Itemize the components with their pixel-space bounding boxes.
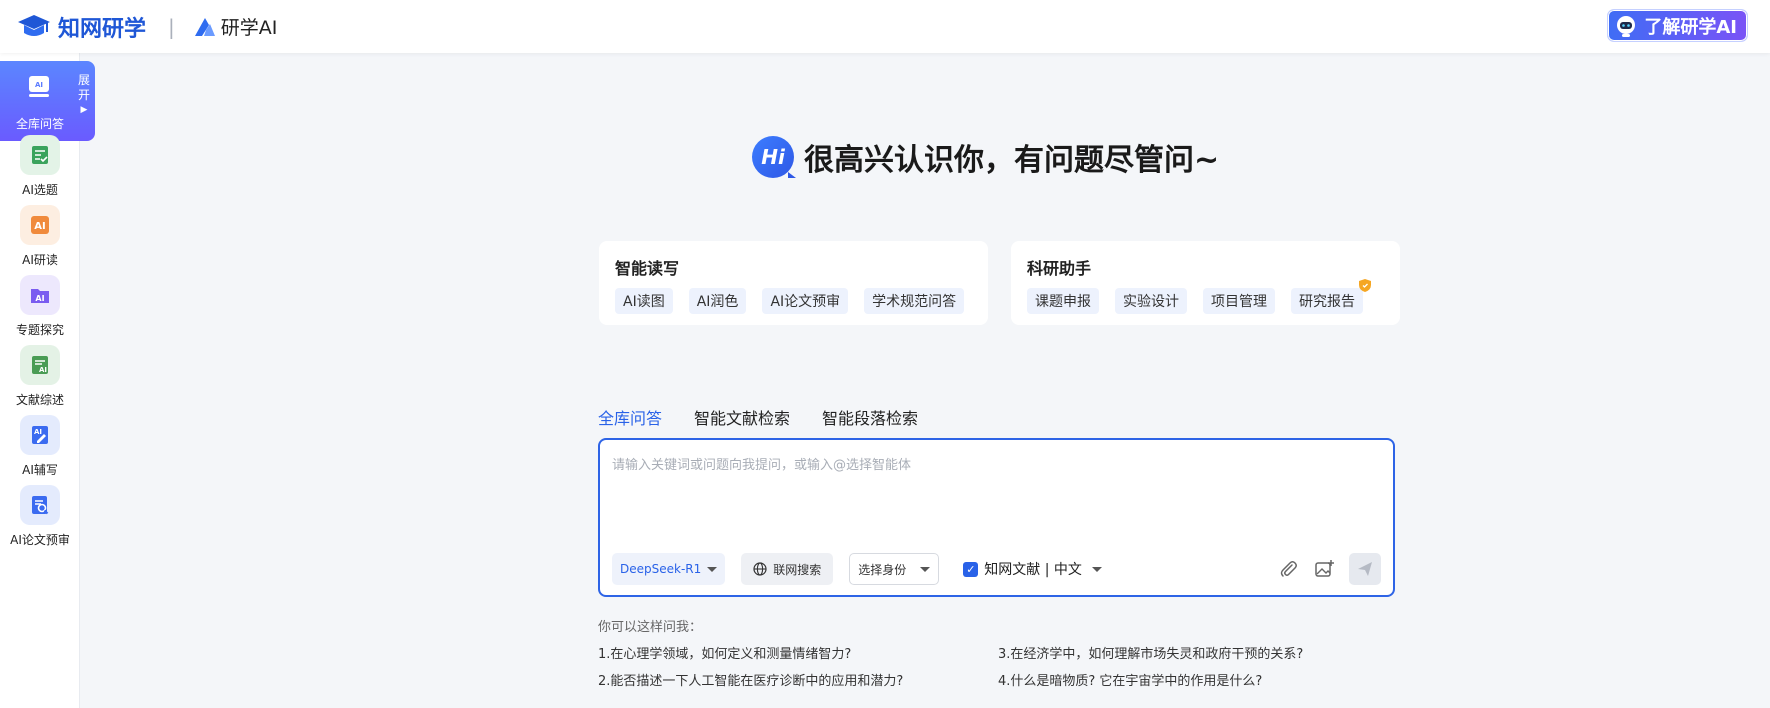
- folder-ai-icon: AI: [20, 275, 60, 315]
- sidebar-item-label: AI研读: [22, 253, 58, 267]
- suggestion-item[interactable]: 1.在心理学领域，如何定义和测量情绪智力?: [598, 643, 851, 662]
- suggestion-item[interactable]: 4.什么是暗物质? 它在宇宙学中的作用是什么?: [998, 670, 1262, 689]
- question-input-box[interactable]: 请输入关键词或问题向我提问，或输入@选择智能体 DeepSeek-R1 联网搜索…: [598, 438, 1395, 597]
- reading-icon: AI: [20, 205, 60, 245]
- chevron-down-icon[interactable]: [1091, 566, 1102, 572]
- model-name: DeepSeek-R1: [620, 562, 702, 576]
- search-mode-tabs: 全库问答 智能文献检索 智能段落检索: [598, 405, 918, 429]
- input-toolbar: DeepSeek-R1 联网搜索 选择身份 ✓ 知网文献 | 中文: [612, 553, 1381, 585]
- yanxue-ai-logo[interactable]: 研学AI: [193, 13, 278, 40]
- chevron-down-icon: [707, 566, 718, 572]
- chevron-down-icon: [920, 566, 931, 572]
- sidebar-item-ai-paper-review[interactable]: AI论文预审: [0, 485, 80, 548]
- left-sidebar: AI 全库问答 展开 ▶ AI选题 AI AI研读 AI 专题探究 AI 文献综…: [0, 53, 95, 708]
- chip-ai-polish[interactable]: AI润色: [688, 288, 747, 314]
- chip-label: 研究报告: [1299, 294, 1355, 310]
- greeting: Hi 很高兴认识你，有问题尽管问~: [752, 135, 1219, 179]
- sidebar-item-label: AI选题: [22, 183, 58, 197]
- identity-selector[interactable]: 选择身份: [849, 553, 940, 585]
- chip-project-management[interactable]: 项目管理: [1203, 288, 1275, 314]
- tab-smart-paragraph-search[interactable]: 智能段落检索: [822, 405, 918, 429]
- checkbox-checked-icon[interactable]: ✓: [963, 561, 979, 577]
- chip-ai-image-reading[interactable]: AI读图: [615, 288, 673, 314]
- card-title: 智能读写: [615, 259, 680, 278]
- sidebar-item-full-qa[interactable]: AI 全库问答 展开 ▶: [0, 61, 95, 141]
- send-icon: [1358, 562, 1372, 576]
- learn-yanxue-ai-button[interactable]: 了解研学AI: [1607, 9, 1748, 42]
- web-search-button[interactable]: 联网搜索: [741, 553, 834, 585]
- chip-ai-paper-review[interactable]: AI论文预审: [762, 288, 849, 314]
- web-search-label: 联网搜索: [773, 562, 822, 577]
- expand-label: 展开: [77, 73, 90, 102]
- suggestion-item[interactable]: 2.能否描述一下人工智能在医疗诊断中的应用和潜力?: [598, 670, 903, 689]
- top-header: 知网研学 | 研学AI 了解研学AI: [0, 0, 1770, 53]
- svg-text:AI: AI: [39, 366, 47, 374]
- hi-badge-icon: Hi: [752, 136, 796, 178]
- model-selector[interactable]: DeepSeek-R1: [612, 553, 726, 585]
- logo-text: 知网研学: [58, 16, 147, 42]
- topic-icon: [20, 135, 60, 175]
- send-button[interactable]: [1349, 553, 1381, 585]
- globe-icon: [753, 562, 767, 576]
- sub-logo-text: 研学AI: [220, 17, 278, 39]
- cnki-logo[interactable]: 知网研学: [16, 11, 146, 43]
- svg-text:AI: AI: [35, 81, 43, 89]
- chip-project-application[interactable]: 课题申报: [1027, 288, 1099, 314]
- learn-button-label: 了解研学AI: [1644, 16, 1737, 38]
- greeting-text: 很高兴认识你，有问题尽管问~: [804, 143, 1220, 178]
- ai-chat-icon: AI: [29, 76, 49, 97]
- suggestion-item[interactable]: 3.在经济学中，如何理解市场失灵和政府干预的关系?: [998, 643, 1303, 662]
- attachment-icon[interactable]: [1277, 558, 1299, 580]
- chip-experiment-design[interactable]: 实验设计: [1115, 288, 1187, 314]
- graduation-cap-icon: [18, 14, 50, 36]
- card-research-assistant: 科研助手 课题申报 实验设计 项目管理 研究报告: [1011, 241, 1400, 325]
- tab-full-qa[interactable]: 全库问答: [598, 405, 662, 429]
- paper-review-icon: [20, 485, 60, 525]
- expand-toggle[interactable]: 展开 ▶: [77, 73, 91, 118]
- svg-text:AI: AI: [35, 294, 44, 303]
- sidebar-item-literature-review[interactable]: AI 文献综述: [0, 345, 80, 408]
- source-filter[interactable]: ✓ 知网文献 | 中文: [963, 559, 1102, 579]
- sidebar-item-ai-writing[interactable]: AI AI辅写: [0, 415, 80, 478]
- sidebar-item-ai-reading[interactable]: AI AI研读: [0, 205, 80, 268]
- card-title: 科研助手: [1027, 259, 1092, 278]
- sidebar-item-ai-topic[interactable]: AI选题: [0, 135, 80, 198]
- tab-smart-literature-search[interactable]: 智能文献检索: [694, 405, 790, 429]
- svg-text:AI: AI: [34, 221, 45, 232]
- review-icon: AI: [20, 345, 60, 385]
- identity-label: 选择身份: [858, 562, 907, 577]
- header-separator: |: [168, 14, 175, 39]
- triangle-right-icon: ▶: [80, 105, 88, 115]
- sidebar-item-label: AI论文预审: [10, 533, 70, 547]
- ai-logo-icon: [194, 17, 215, 36]
- chip-academic-norms-qa[interactable]: 学术规范问答: [864, 288, 965, 314]
- write-icon: AI: [20, 415, 60, 455]
- sidebar-item-label: 文献综述: [15, 393, 64, 407]
- sidebar-item-label: AI辅写: [22, 463, 58, 477]
- suggestions-title: 你可以这样问我：: [598, 620, 703, 635]
- sidebar-item-label: 专题探究: [15, 323, 64, 337]
- sidebar-active-label: 全库问答: [15, 117, 64, 131]
- sidebar-item-topic-explore[interactable]: AI 专题探究: [0, 275, 80, 338]
- source-label: 知网文献 | 中文: [984, 562, 1082, 578]
- robot-icon: [1617, 15, 1636, 37]
- svg-text:AI: AI: [34, 428, 42, 436]
- chip-research-report[interactable]: 研究报告: [1291, 279, 1371, 314]
- premium-shield-icon: [1359, 279, 1371, 292]
- question-input[interactable]: 请输入关键词或问题向我提问，或输入@选择智能体: [612, 454, 911, 473]
- image-upload-icon[interactable]: [1313, 558, 1335, 580]
- card-smart-read-write: 智能读写 AI读图 AI润色 AI论文预审 学术规范问答: [599, 241, 988, 325]
